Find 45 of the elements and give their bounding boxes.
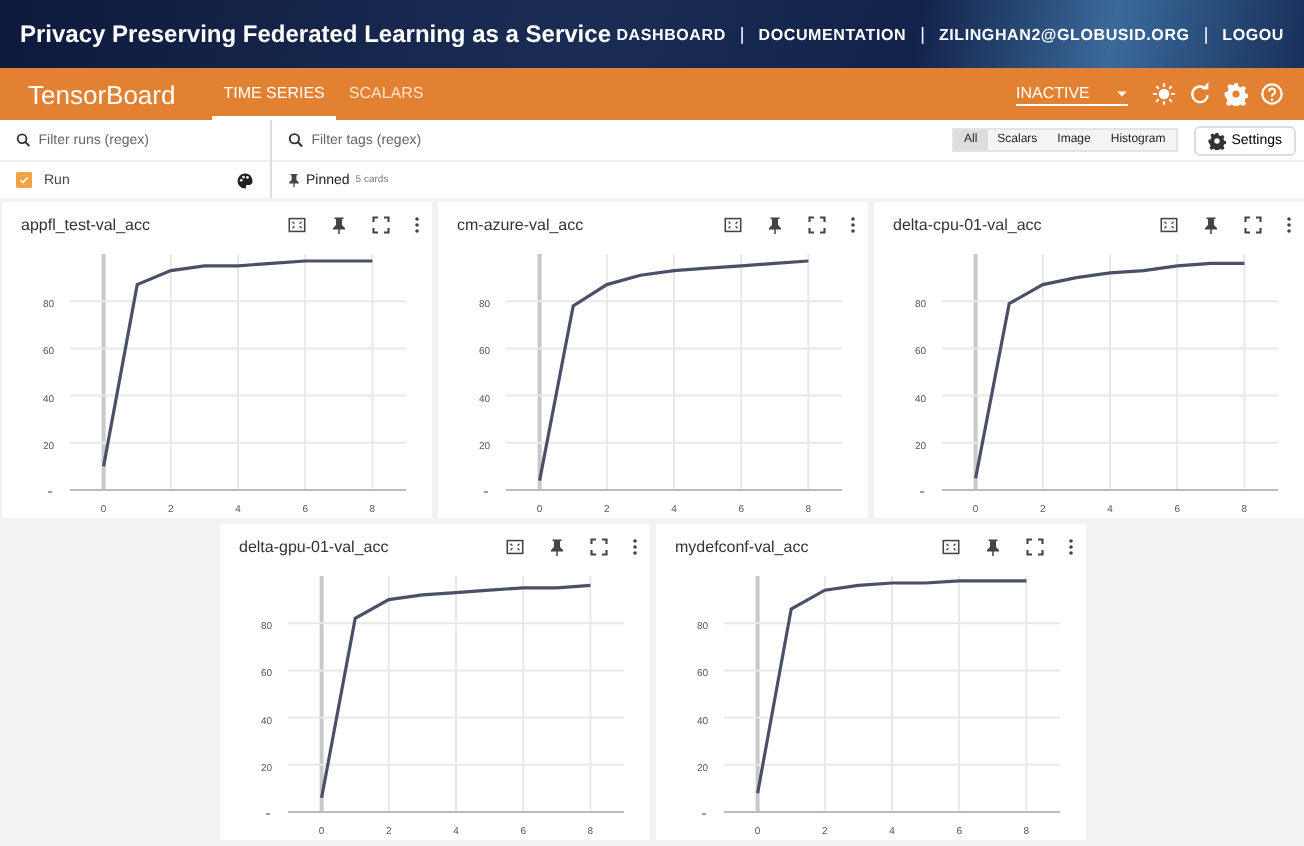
nav-link[interactable]: DASHBOARD — [616, 25, 726, 43]
pin-icon[interactable] — [329, 215, 347, 233]
more-icon[interactable] — [413, 215, 419, 233]
pin-icon[interactable] — [983, 537, 1001, 555]
pin-icon[interactable] — [1201, 215, 1219, 233]
nav-separator: | — [1203, 24, 1209, 44]
site-title: Privacy Preserving Federated Learning as a Service — [20, 20, 611, 48]
help-icon[interactable] — [1260, 82, 1284, 106]
app-brand: TensorBoard — [28, 79, 176, 109]
chart-title: appfl_test-val_acc — [21, 215, 150, 233]
search-icon — [288, 132, 304, 148]
more-icon[interactable] — [1067, 537, 1073, 555]
sun-icon[interactable] — [1152, 82, 1176, 106]
palette-icon[interactable] — [236, 171, 254, 189]
pin-icon[interactable] — [765, 215, 783, 233]
more-icon[interactable] — [1285, 215, 1291, 233]
run-checkbox[interactable] — [16, 172, 32, 188]
more-icon[interactable] — [849, 215, 855, 233]
chart-title: delta-gpu-01-val_acc — [239, 537, 389, 555]
fit-domain-icon[interactable] — [941, 537, 959, 555]
nav-link[interactable]: ZILINGHAN2@GLOBUSID.ORG — [938, 25, 1190, 43]
caret-icon — [1116, 89, 1128, 97]
pin-icon[interactable] — [547, 537, 565, 555]
nav-separator: | — [920, 24, 925, 44]
search-icon — [16, 132, 31, 148]
nav-link[interactable]: LOGOU — [1222, 25, 1284, 43]
fit-domain-icon[interactable] — [723, 215, 741, 233]
fullscreen-icon[interactable] — [807, 215, 825, 233]
more-icon[interactable] — [631, 537, 637, 555]
settings-icon[interactable] — [1224, 82, 1248, 106]
fullscreen-icon[interactable] — [1243, 215, 1261, 233]
fullscreen-icon[interactable] — [371, 215, 389, 233]
settings-icon — [1207, 131, 1226, 149]
chart-title: cm-azure-val_acc — [457, 215, 584, 233]
pin-icon — [288, 172, 300, 188]
nav-separator: | — [739, 24, 745, 44]
fit-domain-icon[interactable] — [505, 537, 523, 555]
refresh-icon[interactable] — [1188, 82, 1212, 106]
fullscreen-icon[interactable] — [589, 537, 607, 555]
fit-domain-icon[interactable] — [1159, 215, 1177, 233]
fit-domain-icon[interactable] — [287, 215, 305, 233]
nav-link[interactable]: DOCUMENTATION — [758, 25, 907, 43]
chart-title: mydefconf-val_acc — [675, 537, 809, 555]
fullscreen-icon[interactable] — [1025, 537, 1043, 555]
chart-title: delta-cpu-01-val_acc — [893, 215, 1042, 233]
